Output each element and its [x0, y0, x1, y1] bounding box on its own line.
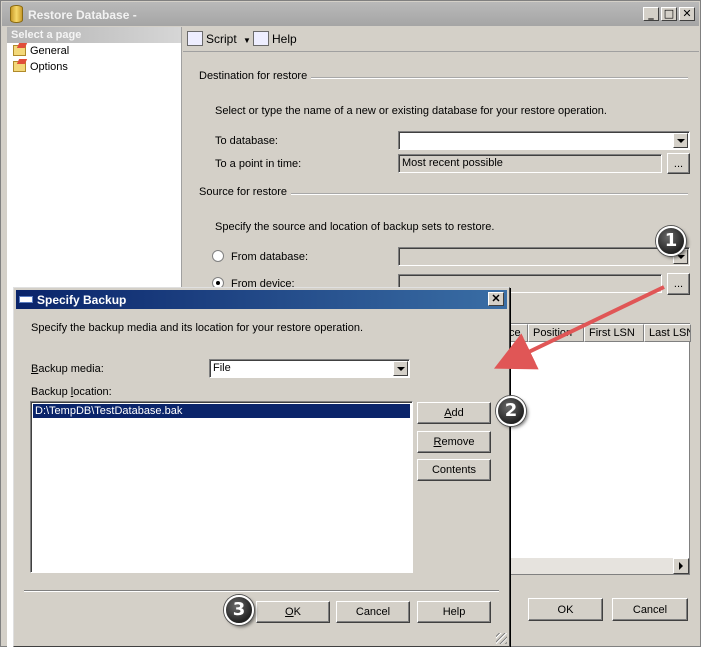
point-in-time-browse-button[interactable]: ...	[667, 153, 690, 174]
sidebar-item-label: General	[30, 45, 70, 57]
source-group-header: Source for restore	[199, 186, 288, 198]
close-button[interactable]: ✕	[679, 7, 695, 21]
sidebar-item-options[interactable]: Options	[7, 59, 181, 75]
toolbar: Script ▼ Help	[183, 27, 699, 51]
add-button[interactable]: Add	[417, 402, 491, 424]
backup-sets-grid[interactable]: ce Position First LSN Last LSN	[503, 323, 691, 575]
minimize-button[interactable]: _	[643, 7, 659, 21]
chevron-down-icon[interactable]: ▼	[243, 36, 251, 45]
destination-divider	[311, 77, 688, 79]
remove-button[interactable]: Remove	[417, 431, 491, 453]
dialog-icon	[19, 296, 33, 303]
dialog-help-button[interactable]: Help	[417, 601, 491, 623]
dialog-cancel-button[interactable]: Cancel	[336, 601, 410, 623]
maximize-button[interactable]: □	[661, 7, 677, 21]
step-2-badge: 2	[496, 396, 526, 426]
backup-location-list[interactable]: D:\TempDB\TestDatabase.bak	[30, 401, 413, 573]
horizontal-scrollbar[interactable]	[504, 558, 689, 574]
point-in-time-label: To a point in time:	[215, 158, 302, 170]
from-database-radio[interactable]	[212, 250, 224, 262]
sidebar-item-general[interactable]: General	[7, 43, 181, 59]
ok-button[interactable]: OK	[528, 598, 603, 621]
backup-media-label: Backup media:	[31, 363, 104, 375]
page-icon	[13, 45, 26, 56]
window-title: Restore Database -	[28, 8, 137, 22]
specify-backup-dialog: Specify Backup ✕ Specify the backup medi…	[13, 287, 510, 647]
dialog-ok-button[interactable]: OK	[256, 601, 330, 623]
backup-media-value: File	[213, 362, 231, 374]
list-item[interactable]: D:\TempDB\TestDatabase.bak	[33, 404, 410, 418]
help-label: Help	[272, 32, 297, 46]
page-selector-header: Select a page	[7, 27, 181, 43]
point-in-time-field: Most recent possible	[398, 154, 662, 173]
script-button[interactable]: Script ▼	[187, 30, 251, 48]
source-instruction: Specify the source and location of backu…	[215, 221, 495, 233]
dialog-separator	[24, 590, 499, 592]
from-device-browse-button[interactable]: ...	[667, 273, 690, 295]
to-database-combo[interactable]	[398, 131, 690, 150]
dialog-titlebar[interactable]: Specify Backup ✕	[16, 290, 507, 309]
destination-instruction: Select or type the name of a new or exis…	[215, 105, 607, 117]
to-database-label: To database:	[215, 135, 278, 147]
chevron-down-icon[interactable]	[673, 133, 688, 148]
cancel-button[interactable]: Cancel	[612, 598, 688, 621]
column-header-first-lsn[interactable]: First LSN	[584, 324, 644, 342]
backup-media-select[interactable]: File	[209, 359, 410, 378]
dialog-close-button[interactable]: ✕	[488, 292, 504, 306]
dialog-title: Specify Backup	[37, 293, 127, 307]
help-icon	[253, 31, 269, 46]
source-divider	[291, 193, 688, 195]
window-titlebar[interactable]: Restore Database - _ □ ✕	[2, 2, 699, 26]
from-database-label[interactable]: From database:	[231, 251, 308, 263]
dialog-instruction: Specify the backup media and its locatio…	[31, 322, 364, 334]
column-header-last-lsn[interactable]: Last LSN	[644, 324, 691, 342]
page-icon	[13, 61, 26, 72]
backup-location-label: Backup location:	[31, 386, 112, 398]
step-1-badge: 1	[656, 226, 686, 256]
from-database-combo[interactable]	[398, 247, 690, 266]
help-button[interactable]: Help	[253, 30, 297, 48]
step-3-badge: 3	[224, 595, 254, 625]
scroll-right-icon[interactable]	[673, 558, 689, 574]
database-icon	[10, 5, 23, 23]
script-icon	[187, 31, 203, 46]
column-header-position[interactable]: Position	[528, 324, 584, 342]
destination-group-header: Destination for restore	[199, 70, 308, 82]
resize-grip-icon[interactable]	[496, 633, 507, 644]
sidebar-item-label: Options	[30, 61, 68, 73]
script-label: Script	[206, 32, 237, 46]
contents-button[interactable]: Contents	[417, 459, 491, 481]
chevron-down-icon[interactable]	[393, 361, 408, 376]
